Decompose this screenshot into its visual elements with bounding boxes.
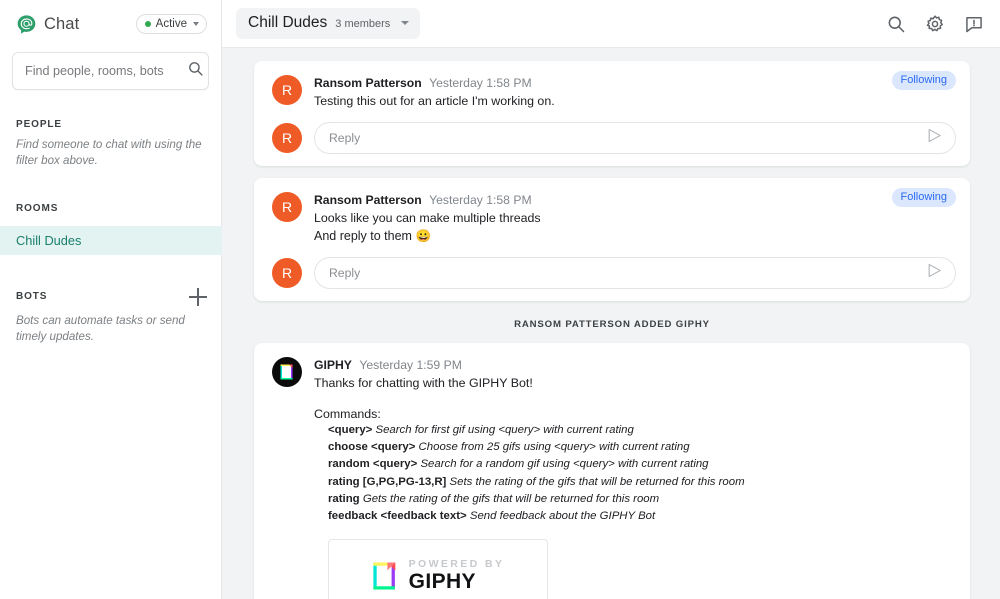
topbar: Chill Dudes 3 members — [222, 0, 1000, 48]
command-item: rating Gets the rating of the gifs that … — [328, 491, 956, 508]
section-note-people: Find someone to chat with using the filt… — [16, 138, 202, 168]
sidebar-section-rooms: ROOMS — [0, 203, 221, 214]
message-text: Testing this out for an article I'm work… — [314, 94, 555, 108]
message-author: Ransom Patterson — [314, 192, 422, 207]
status-badge[interactable]: Following — [891, 187, 956, 207]
status-dot-icon — [144, 21, 151, 27]
sidebar-section-people: PEOPLE Find someone to chat with using t… — [0, 119, 221, 170]
sidebar-section-bots: BOTS Bots can automate tasks or send tim… — [0, 287, 221, 346]
message: GIPHY Yesterday 1:59 PM Thanks for chatt… — [268, 353, 956, 599]
avatar: R — [272, 257, 302, 288]
section-heading-people: PEOPLE — [16, 119, 62, 130]
command-item: <query> Search for first gif using <quer… — [328, 422, 956, 439]
message-meta: GIPHY Yesterday 1:59 PM — [314, 358, 956, 372]
giphy-mark-icon — [372, 561, 400, 591]
page-title: Chill Dudes — [248, 14, 328, 31]
command-item: feedback <feedback text> Send feedback a… — [328, 508, 956, 525]
status-badge[interactable]: Following — [891, 71, 956, 90]
section-heading-rooms: ROOMS — [16, 202, 59, 214]
search-icon[interactable] — [187, 60, 204, 82]
room-header-chip[interactable]: Chill Dudes 3 members — [236, 8, 421, 39]
giphy-wordmark: POWERED BY GIPHY — [409, 559, 505, 593]
sidebar: Chat Active PEOPLE Find someone to chat … — [0, 0, 237, 599]
send-icon[interactable] — [926, 262, 943, 284]
main-panel: Chill Dudes 3 members Following R Ransom… — [222, 0, 1000, 599]
command-description: Sets the rating of the gifs that will be… — [449, 475, 745, 488]
commands-list: <query> Search for first gif using <quer… — [314, 422, 956, 526]
message: R Ransom Patterson Yesterday 1:58 PM Loo… — [268, 188, 956, 246]
status-label: Active — [155, 18, 187, 30]
command-item: choose <query> Choose from 25 gifs using… — [328, 439, 956, 456]
command-description: Choose from 25 gifs using <query> with c… — [418, 440, 690, 453]
status-selector[interactable]: Active — [135, 14, 207, 34]
message-timestamp: Yesterday 1:58 PM — [429, 76, 532, 90]
system-event-text: RANSOM PATTERSON ADDED GIPHY — [514, 318, 710, 330]
command-description: Send feedback about the GIPHY Bot — [469, 510, 656, 523]
sidebar-header: Chat Active — [0, 0, 221, 48]
command-description: Search for first gif using <query> with … — [375, 423, 634, 436]
command-key: choose <query> — [328, 440, 416, 453]
commands-block: Commands: <query> Search for first gif u… — [314, 407, 956, 526]
sidebar-item-chill-dudes[interactable]: Chill Dudes — [0, 225, 237, 255]
brand-name: Chat — [44, 14, 80, 33]
avatar: R — [272, 75, 302, 105]
reply-input[interactable] — [329, 265, 926, 280]
commands-heading: Commands: — [314, 406, 381, 421]
command-description: Gets the rating of the gifs that will be… — [362, 492, 660, 505]
message-author: GIPHY — [314, 357, 352, 372]
giphy-attribution-card: POWERED BY GIPHY — [328, 538, 548, 599]
command-key: feedback <feedback text> — [328, 510, 467, 523]
section-note-bots: Bots can automate tasks or send timely u… — [16, 313, 185, 344]
message-timestamp: Yesterday 1:59 PM — [359, 357, 462, 372]
command-item: rating [G,PG,PG-13,R] Sets the rating of… — [328, 474, 956, 491]
command-item: random <query> Search for a random gif u… — [328, 456, 956, 473]
brand: Chat — [16, 14, 79, 35]
search-icon[interactable] — [886, 14, 906, 34]
thread-card: GIPHY Yesterday 1:59 PM Thanks for chatt… — [254, 342, 970, 599]
avatar: R — [272, 122, 302, 153]
member-count: 3 members — [335, 18, 391, 30]
command-key: rating [G,PG,PG-13,R] — [328, 475, 447, 488]
reply-row: R — [268, 111, 956, 154]
sidebar-search — [0, 48, 221, 90]
send-icon[interactable] — [926, 127, 943, 149]
thread-list: Following R Ransom Patterson Yesterday 1… — [222, 48, 1000, 599]
message-text: And reply to them 😀 — [314, 229, 432, 244]
message-meta: Ransom Patterson Yesterday 1:58 PM — [314, 193, 956, 207]
thread-card: Following R Ransom Patterson Yesterday 1… — [254, 61, 970, 166]
thread-card: Following R Ransom Patterson Yesterday 1… — [254, 177, 970, 301]
message-author: Ransom Patterson — [314, 76, 422, 90]
message-text: Looks like you can make multiple threads — [314, 210, 541, 225]
search-input[interactable] — [25, 64, 187, 78]
reply-box[interactable] — [314, 121, 956, 154]
message-text: Thanks for chatting with the GIPHY Bot! — [314, 375, 533, 390]
command-key: rating — [328, 492, 360, 505]
feedback-icon[interactable] — [964, 14, 984, 34]
chat-app: Chat Active PEOPLE Find someone to chat … — [0, 0, 1000, 599]
avatar: R — [272, 191, 302, 222]
powered-by-text: POWERED BY — [408, 557, 505, 570]
section-heading-bots: BOTS — [16, 291, 48, 303]
chat-at-logo-icon — [16, 14, 37, 35]
message: R Ransom Patterson Yesterday 1:58 PM Tes… — [268, 71, 956, 111]
reply-row: R — [268, 246, 956, 289]
chevron-down-icon — [401, 21, 410, 25]
gear-icon[interactable] — [925, 14, 945, 34]
command-description: Search for a random gif using <query> wi… — [420, 458, 709, 471]
plus-icon[interactable] — [189, 287, 207, 306]
giphy-bot-avatar-icon — [272, 356, 302, 387]
command-key: <query> — [328, 423, 373, 436]
giphy-text: GIPHY — [408, 570, 476, 594]
command-key: random <query> — [328, 458, 418, 471]
chevron-down-icon — [193, 22, 199, 26]
reply-input[interactable] — [329, 130, 926, 145]
topbar-actions — [886, 14, 984, 34]
message-timestamp: Yesterday 1:58 PM — [429, 192, 532, 207]
reply-box[interactable] — [314, 256, 956, 289]
message-meta: Ransom Patterson Yesterday 1:58 PM — [314, 76, 956, 90]
search-box[interactable] — [12, 52, 209, 90]
room-label: Chill Dudes — [16, 232, 82, 248]
